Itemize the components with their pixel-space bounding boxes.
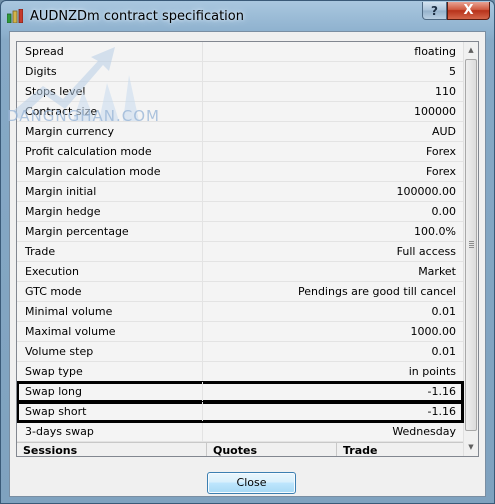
spec-grid: Spread floating Digits 5 Stops level 110 Contr… — [16, 41, 479, 457]
spec-row[interactable]: Stops level 110 — [17, 82, 463, 102]
spec-value-cell: 1000.00 — [410, 325, 457, 338]
spec-value-cell: 100000 — [414, 105, 456, 118]
grip-line — [469, 243, 474, 244]
spec-name-cell: Margin hedge — [17, 202, 203, 221]
trade-column-header[interactable]: Trade — [337, 443, 463, 456]
grip-line — [469, 241, 474, 242]
spec-name-cell: Execution — [17, 262, 203, 281]
window-close-button[interactable]: X — [447, 2, 490, 20]
spec-row[interactable]: Margin hedge 0.00 — [17, 202, 463, 222]
spec-row[interactable]: Margin calculation mode Forex — [17, 162, 463, 182]
spec-name-cell: Spread — [17, 42, 203, 61]
grip-line — [469, 247, 474, 248]
spec-row[interactable]: Maximal volume 1000.00 — [17, 322, 463, 342]
spec-value-cell: -1.16 — [427, 385, 456, 398]
spec-value-cell: 110 — [435, 85, 456, 98]
spec-row[interactable]: Digits 5 — [17, 62, 463, 82]
spec-row[interactable]: Margin percentage 100.0% — [17, 222, 463, 242]
spec-row[interactable]: Trade Full access — [17, 242, 463, 262]
title-bar[interactable]: AUDNZDm contract specification ? X — [1, 1, 494, 33]
spec-name-cell: Margin percentage — [17, 222, 203, 241]
grip-line — [469, 245, 474, 246]
spec-row[interactable]: Spread floating — [17, 42, 463, 62]
spec-value-cell: Forex — [425, 145, 456, 158]
spec-row[interactable]: Minimal volume 0.01 — [17, 302, 463, 322]
spec-value-cell: Pendings are good till cancel — [297, 285, 456, 298]
spec-row[interactable]: Margin currency AUD — [17, 122, 463, 142]
app-icon — [7, 9, 23, 23]
contract-spec-window: AUDNZDm contract specification ? X Sprea… — [0, 0, 495, 504]
spec-name-cell: Swap type — [17, 362, 203, 381]
spec-value-cell: 5 — [449, 65, 456, 78]
spec-value-cell: in points — [408, 365, 456, 378]
spec-row[interactable]: Volume step 0.01 — [17, 342, 463, 362]
window-title: AUDNZDm contract specification — [30, 9, 244, 24]
spec-name-cell: 3-days swap — [17, 422, 203, 441]
spec-name-cell: Margin initial — [17, 182, 203, 201]
spec-value-cell: Full access — [396, 245, 456, 258]
dialog-client-area: Spread floating Digits 5 Stops level 110 Contr… — [9, 31, 486, 497]
spec-name-cell: Swap short — [17, 402, 203, 421]
spec-value-cell: Forex — [425, 165, 456, 178]
spec-name-cell: Margin calculation mode — [17, 162, 203, 181]
spec-name-cell: Minimal volume — [17, 302, 203, 321]
scroll-thumb[interactable] — [465, 59, 477, 431]
spec-name-cell: Swap long — [17, 382, 203, 401]
watermark-text: DANGNGHAN.COM — [7, 107, 160, 125]
spec-row[interactable]: Swap long -1.16 — [17, 381, 464, 403]
spec-row[interactable]: Swap type in points — [17, 362, 463, 382]
scroll-up-icon[interactable]: ▲ — [464, 42, 478, 58]
help-button[interactable]: ? — [422, 2, 447, 20]
spec-value-cell: Wednesday — [392, 425, 456, 438]
spec-value-cell: AUD — [431, 125, 456, 138]
close-button[interactable]: Close — [207, 472, 296, 494]
spec-name-cell: Profit calculation mode — [17, 142, 203, 161]
spec-row[interactable]: Profit calculation mode Forex — [17, 142, 463, 162]
spec-value-cell: floating — [414, 45, 456, 58]
spec-name-cell: Maximal volume — [17, 322, 203, 341]
vertical-scrollbar[interactable]: ▲ ▼ — [463, 42, 478, 456]
spec-value-cell: 100.0% — [414, 225, 456, 238]
spec-row[interactable]: Margin initial 100000.00 — [17, 182, 463, 202]
spec-name-cell: Trade — [17, 242, 203, 261]
spec-name-cell: GTC mode — [17, 282, 203, 301]
spec-value-cell: 0.00 — [431, 205, 457, 218]
spec-value-cell: -1.16 — [427, 405, 456, 418]
spec-name-cell: Stops level — [17, 82, 203, 101]
spec-name-cell: Volume step — [17, 342, 203, 361]
spec-value-cell: 0.01 — [431, 345, 457, 358]
spec-name-cell: Digits — [17, 62, 203, 81]
sessions-column-header[interactable]: Sessions — [17, 443, 207, 456]
spec-row[interactable]: Swap short -1.16 — [17, 401, 464, 423]
spec-value-cell: 0.01 — [431, 305, 457, 318]
spec-value-cell: Market — [418, 265, 456, 278]
spec-value-cell: 100000.00 — [396, 185, 457, 198]
sessions-header-row: Sessions Quotes Trade — [17, 442, 463, 456]
spec-row[interactable]: Execution Market — [17, 262, 463, 282]
scroll-down-icon[interactable]: ▼ — [464, 439, 478, 455]
quotes-column-header[interactable]: Quotes — [207, 443, 337, 456]
spec-row[interactable]: 3-days swap Wednesday — [17, 422, 463, 442]
spec-row[interactable]: GTC mode Pendings are good till cancel — [17, 282, 463, 302]
